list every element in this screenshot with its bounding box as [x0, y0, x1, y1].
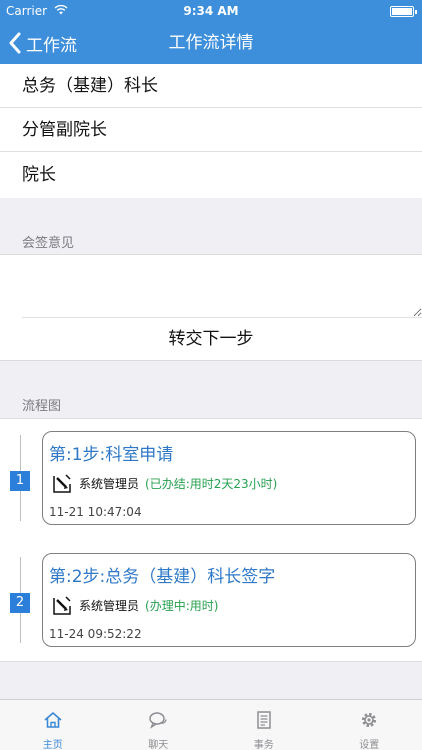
- step-state: (办理中:用时): [145, 598, 219, 613]
- list-item: 分管副院长: [0, 108, 422, 152]
- gear-icon: [362, 713, 377, 727]
- battery-icon: [390, 6, 417, 17]
- forward-next-step-button[interactable]: 转交下一步: [0, 318, 422, 361]
- list-item: 院长: [22, 165, 56, 185]
- step-number-badge: 1: [10, 471, 30, 491]
- list-item: 总务（基建）科长: [0, 64, 422, 108]
- countersign-input[interactable]: [0, 255, 422, 317]
- step-user: 系统管理员: [79, 476, 140, 491]
- tab-chat-label: 聊天: [148, 740, 169, 750]
- status-bar: Carrier 9:34 AM: [0, 0, 422, 22]
- tab-affairs-label: 事务: [253, 740, 274, 750]
- status-time: 9:34 AM: [183, 4, 239, 18]
- tab-settings-label: 设置: [359, 740, 380, 750]
- top-bar: Carrier 9:34 AM 工作流 工作流详情: [0, 0, 422, 64]
- flow-step: 1 第:1步:科室申请 系统管理员 (已办结:用时2天23小时) 11-21 1…: [0, 419, 422, 541]
- approver-list: 总务（基建）科长 分管副院长 院长: [0, 64, 422, 198]
- chat-icon: [149, 712, 167, 729]
- step-number-badge: 2: [10, 593, 30, 613]
- tab-bar: 主页 聊天 事务 设置: [0, 699, 422, 750]
- tab-chat[interactable]: 聊天: [106, 700, 212, 750]
- edit-icon: [53, 474, 71, 493]
- flow-step: 2 第:2步:总务（基建）科长签字 系统管理员 (办理中:用时) 11-24 0…: [0, 541, 422, 663]
- step-title: 第:1步:科室申请: [49, 445, 174, 465]
- step-user-row: 系统管理员 (办理中:用时): [51, 594, 218, 616]
- step-timestamp: 11-24 09:52:22: [49, 627, 142, 641]
- countersign-section-label: 会签意见: [22, 236, 75, 251]
- flow-section-label: 流程图: [22, 399, 62, 414]
- step-card[interactable]: 第:1步:科室申请 系统管理员 (已办结:用时2天23小时) 11-21 10:…: [42, 431, 416, 525]
- step-state: (已办结:用时2天23小时): [145, 476, 278, 491]
- document-icon: [257, 711, 271, 729]
- step-user: 系统管理员: [79, 598, 140, 613]
- step-card[interactable]: 第:2步:总务（基建）科长签字 系统管理员 (办理中:用时) 11-24 09:…: [42, 553, 416, 647]
- page-title: 工作流详情: [168, 33, 254, 53]
- step-user-row: 系统管理员 (已办结:用时2天23小时): [51, 472, 277, 494]
- tab-affairs[interactable]: 事务: [211, 700, 317, 750]
- tab-settings[interactable]: 设置: [317, 700, 422, 750]
- countersign-panel: 转交下一步: [0, 254, 422, 361]
- tab-home[interactable]: 主页: [0, 700, 106, 750]
- tab-home-label: 主页: [42, 740, 63, 750]
- edit-icon: [53, 596, 71, 615]
- step-timestamp: 11-21 10:47:04: [49, 505, 142, 519]
- flow-chart: 1 第:1步:科室申请 系统管理员 (已办结:用时2天23小时) 11-21 1…: [0, 418, 422, 662]
- step-title: 第:2步:总务（基建）科长签字: [49, 567, 276, 587]
- home-icon: [44, 712, 62, 728]
- navigation-bar: 工作流 工作流详情: [0, 22, 422, 64]
